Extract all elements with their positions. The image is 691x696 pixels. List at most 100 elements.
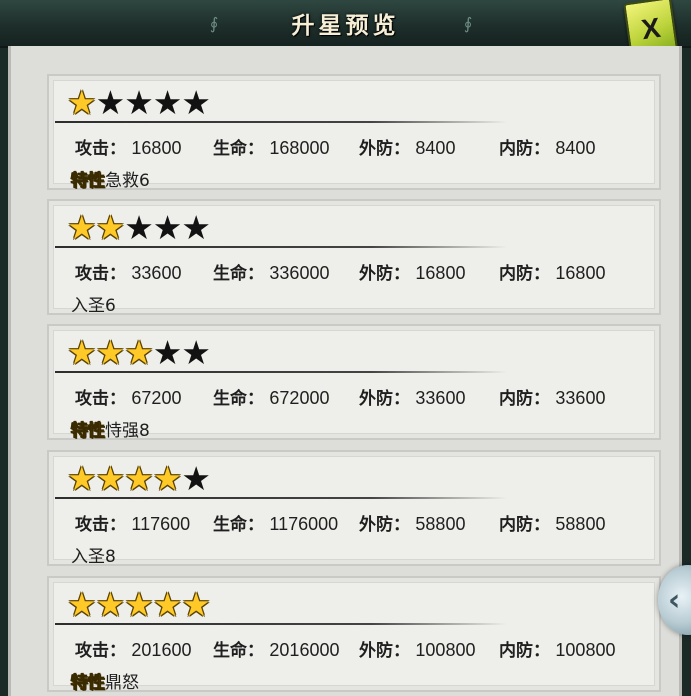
star-empty-icon: ★ (124, 83, 154, 122)
life-value: 1176000 (269, 514, 339, 534)
inner-def-value: 33600 (555, 388, 606, 408)
star-empty-icon: ★ (181, 83, 211, 122)
trait-line: 入圣6 (71, 291, 116, 316)
attack-value: 201600 (131, 640, 192, 660)
trait-tag: 特性 (71, 421, 106, 442)
trait-tag: 特性 (71, 171, 106, 192)
life-label: 生命： (213, 264, 264, 284)
life-value: 336000 (269, 263, 330, 283)
outer-def-value: 33600 (415, 388, 466, 408)
outer-def-label: 外防： (359, 515, 410, 535)
trait-line: 特性鼎怒 (71, 668, 139, 694)
star-level-card-4: ★★★★★ 攻击： 117600 生命： 1176000 外防： 58800 内… (47, 450, 661, 567)
stat-attack: 攻击： 33600 (75, 259, 181, 284)
star-filled-icon: ★ (67, 585, 97, 624)
life-label: 生命： (213, 139, 264, 159)
stat-attack: 攻击： 117600 (75, 510, 190, 535)
stat-life: 生命： 168000 (213, 134, 329, 159)
inner-def-label: 内防： (499, 515, 550, 535)
attack-label: 攻击： (75, 264, 126, 284)
attack-value: 67200 (131, 388, 182, 408)
stat-life: 生命： 672000 (213, 384, 329, 409)
outer-def-label: 外防： (359, 641, 410, 661)
life-label: 生命： (213, 641, 264, 661)
star-empty-icon: ★ (181, 333, 211, 372)
trait-text: 鼎怒 (105, 673, 139, 693)
star-filled-icon: ★ (124, 333, 154, 372)
attack-label: 攻击： (75, 139, 126, 159)
stat-inner-def: 内防： 33600 (499, 384, 605, 409)
life-value: 168000 (269, 138, 330, 158)
stat-attack: 攻击： 16800 (75, 134, 181, 159)
star-filled-icon: ★ (152, 459, 183, 498)
trait-text: 急救6 (105, 171, 150, 191)
trait-tag: 特性 (71, 673, 106, 694)
inner-def-value: 8400 (555, 138, 596, 158)
inner-def-label: 内防： (499, 264, 550, 284)
star-empty-icon: ★ (124, 208, 154, 247)
star-empty-icon: ★ (152, 333, 183, 372)
attack-label: 攻击： (75, 515, 126, 535)
divider (55, 246, 507, 248)
stat-outer-def: 外防： 8400 (359, 134, 455, 159)
star-level-card-2: ★★★★★ 攻击： 33600 生命： 336000 外防： 16800 内防：… (47, 199, 661, 316)
trait-line: 入圣8 (71, 542, 116, 567)
star-filled-icon: ★ (67, 83, 97, 122)
life-label: 生命： (213, 389, 264, 409)
header-ornament-right: ∮ (464, 14, 473, 33)
outer-def-label: 外防： (359, 264, 410, 284)
attack-label: 攻击： (75, 641, 126, 661)
star-rating: ★★★★★ (67, 83, 211, 122)
star-filled-icon: ★ (124, 585, 154, 624)
attack-label: 攻击： (75, 389, 126, 409)
stat-outer-def: 外防： 33600 (359, 384, 465, 409)
stat-life: 生命： 2016000 (213, 636, 339, 661)
star-filled-icon: ★ (67, 208, 97, 247)
attack-value: 16800 (131, 138, 182, 158)
outer-def-label: 外防： (359, 139, 410, 159)
star-level-card-1: ★★★★★ 攻击： 16800 生命： 168000 外防： 8400 内防： … (47, 74, 661, 192)
inner-def-label: 内防： (499, 641, 550, 661)
divider (55, 623, 507, 625)
trait-line: 特性急救6 (71, 166, 150, 192)
star-filled-icon: ★ (181, 585, 211, 624)
outer-def-value: 100800 (415, 640, 476, 660)
star-filled-icon: ★ (67, 333, 97, 372)
stat-inner-def: 内防： 16800 (499, 259, 605, 284)
stat-life: 生命： 336000 (213, 259, 329, 284)
divider (55, 121, 507, 123)
trait-line: 特性恃强8 (71, 416, 150, 442)
outer-def-value: 58800 (415, 514, 466, 534)
star-rating: ★★★★★ (67, 585, 211, 624)
star-rating: ★★★★★ (67, 208, 211, 247)
star-level-card-3: ★★★★★ 攻击： 67200 生命： 672000 外防： 33600 内防：… (47, 324, 661, 442)
stat-inner-def: 内防： 58800 (499, 510, 605, 535)
stat-outer-def: 外防： 16800 (359, 259, 465, 284)
divider (55, 371, 507, 373)
inner-def-label: 内防： (499, 139, 550, 159)
star-filled-icon: ★ (95, 333, 126, 372)
star-empty-icon: ★ (152, 83, 183, 122)
star-empty-icon: ★ (181, 208, 211, 247)
trait-text: 入圣8 (71, 547, 116, 567)
trait-text: 恃强8 (105, 421, 150, 441)
outer-def-value: 16800 (415, 263, 466, 283)
dialog-header: ∮ 升星预览 ∮ (0, 0, 691, 48)
inner-def-label: 内防： (499, 389, 550, 409)
star-filled-icon: ★ (95, 208, 126, 247)
star-filled-icon: ★ (152, 585, 183, 624)
inner-def-value: 100800 (555, 640, 616, 660)
stat-outer-def: 外防： 100800 (359, 636, 475, 661)
star-empty-icon: ★ (181, 459, 211, 498)
star-preview-panel[interactable]: ★★★★★ 攻击： 16800 生命： 168000 外防： 8400 内防： … (8, 46, 682, 696)
star-level-card-5: ★★★★★ 攻击： 201600 生命： 2016000 外防： 100800 … (47, 576, 661, 694)
outer-def-label: 外防： (359, 389, 410, 409)
star-rating: ★★★★★ (67, 333, 211, 372)
stat-attack: 攻击： 201600 (75, 636, 191, 661)
life-value: 2016000 (269, 640, 340, 660)
divider (55, 497, 507, 499)
stat-attack: 攻击： 67200 (75, 384, 181, 409)
inner-def-value: 58800 (555, 514, 606, 534)
star-rating: ★★★★★ (67, 459, 211, 498)
attack-value: 33600 (131, 263, 182, 283)
